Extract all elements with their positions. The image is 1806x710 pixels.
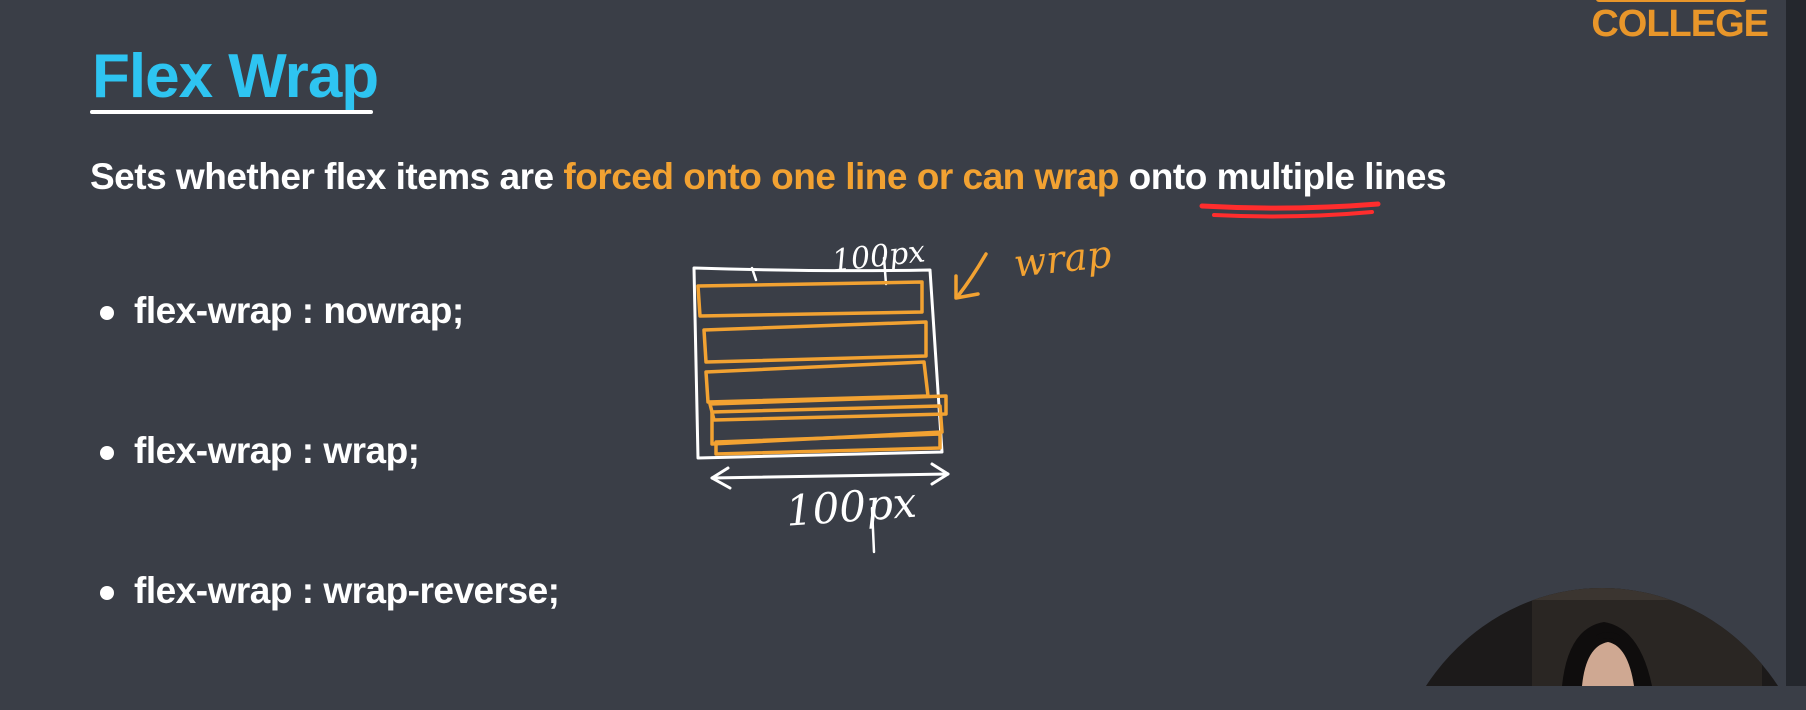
bullet-dot-icon (100, 586, 114, 600)
bullet-dot-icon (100, 446, 114, 460)
width-double-arrow (710, 462, 950, 490)
logo-top-bar (1596, 0, 1746, 2)
top-width-label: 100px (830, 234, 927, 279)
bullet-list: flex-wrap : nowrap; flex-wrap : wrap; fl… (98, 290, 560, 710)
bullet-dot-icon (100, 306, 114, 320)
bottom-width-label: 100px (784, 478, 918, 536)
subtitle-part-4: multiple lines (1216, 156, 1447, 197)
red-underline (1199, 201, 1381, 219)
slide-subtitle: Sets whether flex items are forced onto … (90, 156, 1447, 198)
subtitle-highlight: forced onto one line or can wrap (563, 156, 1119, 197)
slide-title: Flex Wrap (92, 42, 379, 111)
container-box-sketch (692, 266, 944, 460)
bullet-text: flex-wrap : nowrap; (134, 290, 464, 331)
slide: Flex Wrap COLLEGE Sets whether flex item… (0, 0, 1806, 686)
subtitle-part-3: onto (1118, 156, 1217, 197)
screen-edge (1786, 0, 1806, 686)
bullet-wrap: flex-wrap : wrap; (98, 430, 560, 570)
bullet-wrap-reverse: flex-wrap : wrap-reverse; (98, 570, 560, 710)
bullet-text: flex-wrap : wrap-reverse; (134, 570, 560, 611)
wrap-arrow (954, 252, 988, 300)
bullet-nowrap: flex-wrap : nowrap; (98, 290, 560, 430)
wrap-label: wrap (1012, 232, 1114, 286)
bullet-text: flex-wrap : wrap; (134, 430, 420, 471)
title-underline (90, 110, 373, 114)
flex-items-sketch (696, 280, 948, 456)
presenter-webcam (1387, 588, 1802, 686)
subtitle-part-1: Sets whether flex items are (90, 156, 564, 197)
college-logo: COLLEGE (1591, 3, 1769, 45)
